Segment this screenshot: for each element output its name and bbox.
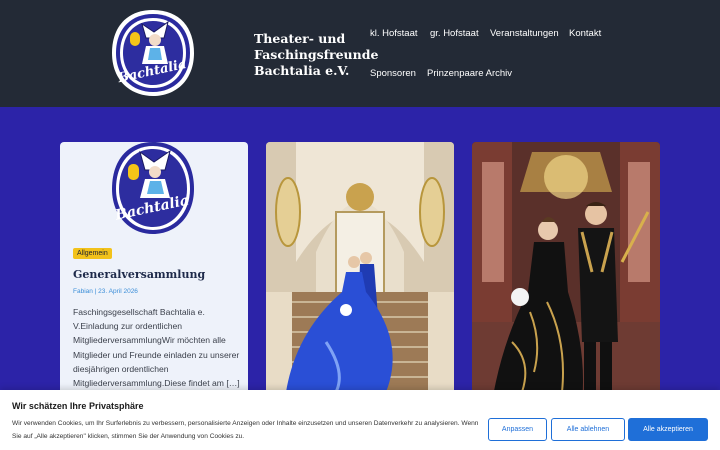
post-excerpt: Faschingsgesellschaft Bachtalia e. V.Ein… [73,307,240,389]
couple-black-gold-photo[interactable] [472,142,660,402]
nav-item-sponsoren[interactable]: Sponsoren [370,68,416,79]
post-meta[interactable]: Fabian | 23. April 2026 [73,288,138,295]
site-title[interactable]: Theater- und Faschingsfreunde Bachtalia … [254,31,378,79]
nav-item-prinzenpaare-archiv[interactable]: Prinzenpaare Archiv [427,68,512,79]
nav-item-kontakt[interactable]: Kontakt [569,28,601,39]
cookie-customize-button[interactable]: Anpassen [488,418,547,441]
post-card-photo[interactable] [472,142,660,402]
nav-item-veranstaltungen[interactable]: Veranstaltungen [490,28,559,39]
cookie-reject-button[interactable]: Alle ablehnen [551,418,625,441]
post-card-photo[interactable] [266,142,454,402]
post-title[interactable]: Generalversammlung [73,268,205,281]
cookie-title: Wir schätzen Ihre Privatsphäre [12,401,144,411]
cookie-accept-button[interactable]: Alle akzeptieren [628,418,708,441]
cookie-text: Wir verwenden Cookies, um Ihr Surferlebn… [12,420,479,440]
couple-staircase-photo[interactable] [266,142,454,402]
post-card[interactable]: Bachtalia Allgemein Generalversammlung F… [60,142,248,402]
bachtalia-logo-image[interactable]: Bachtalia [110,142,196,236]
nav-item-kl-hofstaat[interactable]: kl. Hofstaat [370,28,418,39]
category-badge[interactable]: Allgemein [73,248,112,259]
nav-item-gr-hofstaat[interactable]: gr. Hofstaat [430,28,479,39]
site-header: Bachtalia Theater- und Faschingsfreunde … [0,0,720,107]
bachtalia-logo[interactable]: Bachtalia [110,8,196,98]
